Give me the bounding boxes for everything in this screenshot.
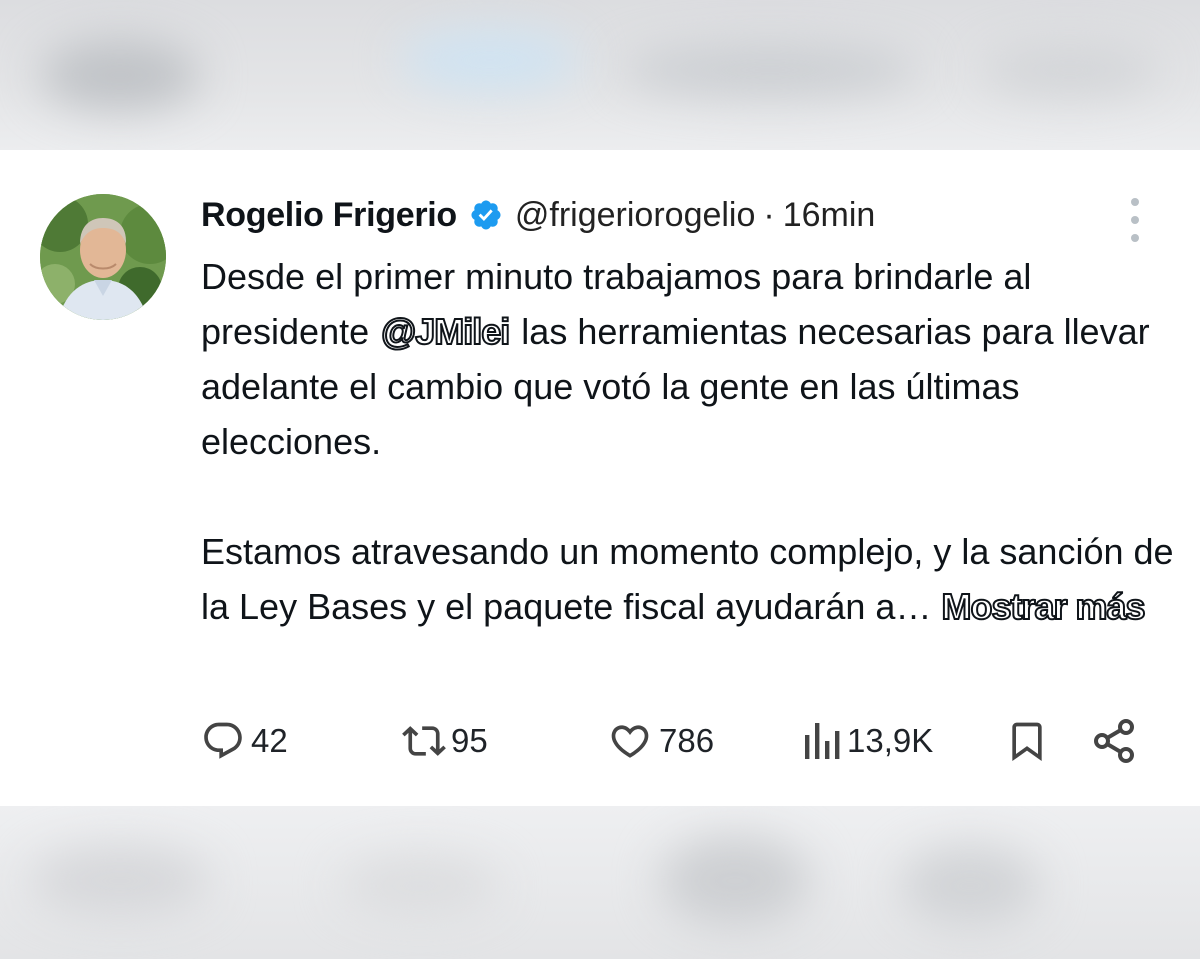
more-vertical-icon[interactable]: [1124, 198, 1146, 242]
verified-badge-icon: [469, 198, 503, 232]
share-button[interactable]: [1089, 716, 1139, 766]
views-icon: [801, 719, 841, 763]
tweet-card[interactable]: Rogelio Frigerio @frigeriorogelio · 16mi…: [0, 150, 1200, 806]
reply-button[interactable]: 42: [201, 716, 288, 766]
avatar[interactable]: [40, 194, 166, 320]
tweet-text: Desde el primer minuto trabajamos para b…: [201, 249, 1176, 634]
bookmark-icon: [1005, 717, 1049, 765]
reply-icon: [201, 719, 245, 763]
blurred-top-background: [0, 0, 1200, 150]
views-button[interactable]: 13,9K: [801, 716, 933, 766]
like-button[interactable]: 786: [607, 716, 714, 766]
bookmark-button[interactable]: [1005, 716, 1049, 766]
tweet-paragraph-1: Desde el primer minuto trabajamos para b…: [201, 249, 1176, 469]
tweet-header: Rogelio Frigerio @frigeriorogelio · 16mi…: [201, 192, 875, 238]
reply-count: 42: [251, 722, 288, 759]
retweet-button[interactable]: 95: [399, 716, 488, 766]
share-icon: [1089, 717, 1139, 765]
retweet-icon: [399, 719, 449, 763]
mention-link[interactable]: @JMilei: [380, 310, 511, 353]
tweet-actions: 42 95 786 13,9K: [201, 716, 1151, 766]
tweet-paragraph-2: Estamos atravesando un momento complejo,…: [201, 524, 1176, 634]
views-count: 13,9K: [847, 722, 934, 759]
show-more-link[interactable]: Mostrar más: [940, 585, 1146, 628]
tweet-time[interactable]: 16min: [783, 196, 876, 235]
separator-dot: ·: [763, 195, 775, 234]
blurred-bottom-background: [0, 806, 1200, 959]
like-count: 786: [659, 722, 715, 759]
author-display-name[interactable]: Rogelio Frigerio: [201, 196, 457, 235]
retweet-count: 95: [451, 722, 488, 759]
heart-icon: [607, 719, 653, 763]
author-handle[interactable]: @frigeriorogelio: [515, 196, 756, 235]
